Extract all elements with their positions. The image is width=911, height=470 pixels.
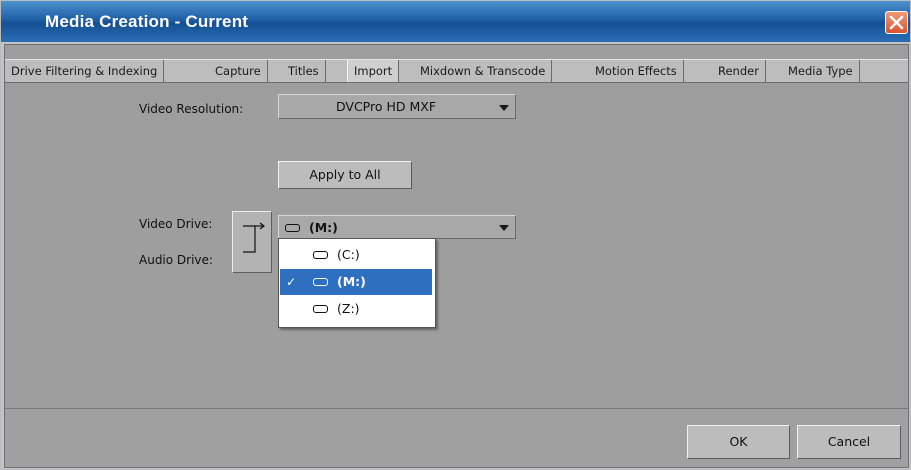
audio-drive-label: Audio Drive: xyxy=(139,253,213,267)
drive-dropdown-menu: (C:) ✓ (M:) (Z:) xyxy=(278,238,436,328)
drive-option-z[interactable]: (Z:) xyxy=(280,296,432,322)
tab-capture[interactable]: Capture xyxy=(209,60,268,82)
cancel-button[interactable]: Cancel xyxy=(797,425,901,459)
tab-media-type[interactable]: Media Type xyxy=(782,60,860,82)
drive-option-m[interactable]: ✓ (M:) xyxy=(280,269,432,295)
video-resolution-select[interactable]: DVCPro HD MXF xyxy=(278,94,516,119)
video-resolution-value: DVCPro HD MXF xyxy=(336,99,437,114)
title-bar[interactable]: Media Creation - Current xyxy=(1,1,910,42)
tab-bar: Drive Filtering & Indexing Capture Title… xyxy=(5,59,908,83)
checkmark-icon: ✓ xyxy=(286,275,297,289)
swap-drives-icon xyxy=(243,222,265,253)
tab-motion-effects[interactable]: Motion Effects xyxy=(589,60,684,82)
drive-option-label: (C:) xyxy=(337,247,360,262)
tab-import[interactable]: Import xyxy=(347,60,400,82)
drive-option-label: (Z:) xyxy=(337,301,360,316)
drive-icon xyxy=(285,224,300,232)
button-bar: OK Cancel xyxy=(5,408,908,467)
video-drive-value: (M:) xyxy=(309,220,338,235)
tab-drive-filtering[interactable]: Drive Filtering & Indexing xyxy=(5,60,165,82)
drive-option-label: (M:) xyxy=(337,274,366,289)
dialog-body: Drive Filtering & Indexing Capture Title… xyxy=(4,44,909,468)
video-drive-label: Video Drive: xyxy=(139,217,213,231)
media-creation-dialog: Media Creation - Current Drive Filtering… xyxy=(0,0,911,470)
chevron-down-icon xyxy=(499,225,509,231)
tab-render[interactable]: Render xyxy=(712,60,766,82)
swap-drives-button[interactable] xyxy=(232,211,272,273)
drive-option-c[interactable]: (C:) xyxy=(280,242,432,268)
drive-icon xyxy=(313,278,328,286)
window-title: Media Creation - Current xyxy=(45,12,249,31)
tab-titles[interactable]: Titles xyxy=(282,60,326,82)
video-drive-select[interactable]: (M:) xyxy=(278,215,516,239)
close-button[interactable] xyxy=(885,11,908,34)
ok-button[interactable]: OK xyxy=(687,425,790,459)
close-icon xyxy=(889,15,904,30)
drive-icon xyxy=(313,251,328,259)
chevron-down-icon xyxy=(499,105,509,111)
apply-to-all-button[interactable]: Apply to All xyxy=(278,161,412,189)
video-resolution-label: Video Resolution: xyxy=(139,102,244,116)
drive-icon xyxy=(313,305,328,313)
tab-mixdown-transcode[interactable]: Mixdown & Transcode xyxy=(414,60,553,82)
